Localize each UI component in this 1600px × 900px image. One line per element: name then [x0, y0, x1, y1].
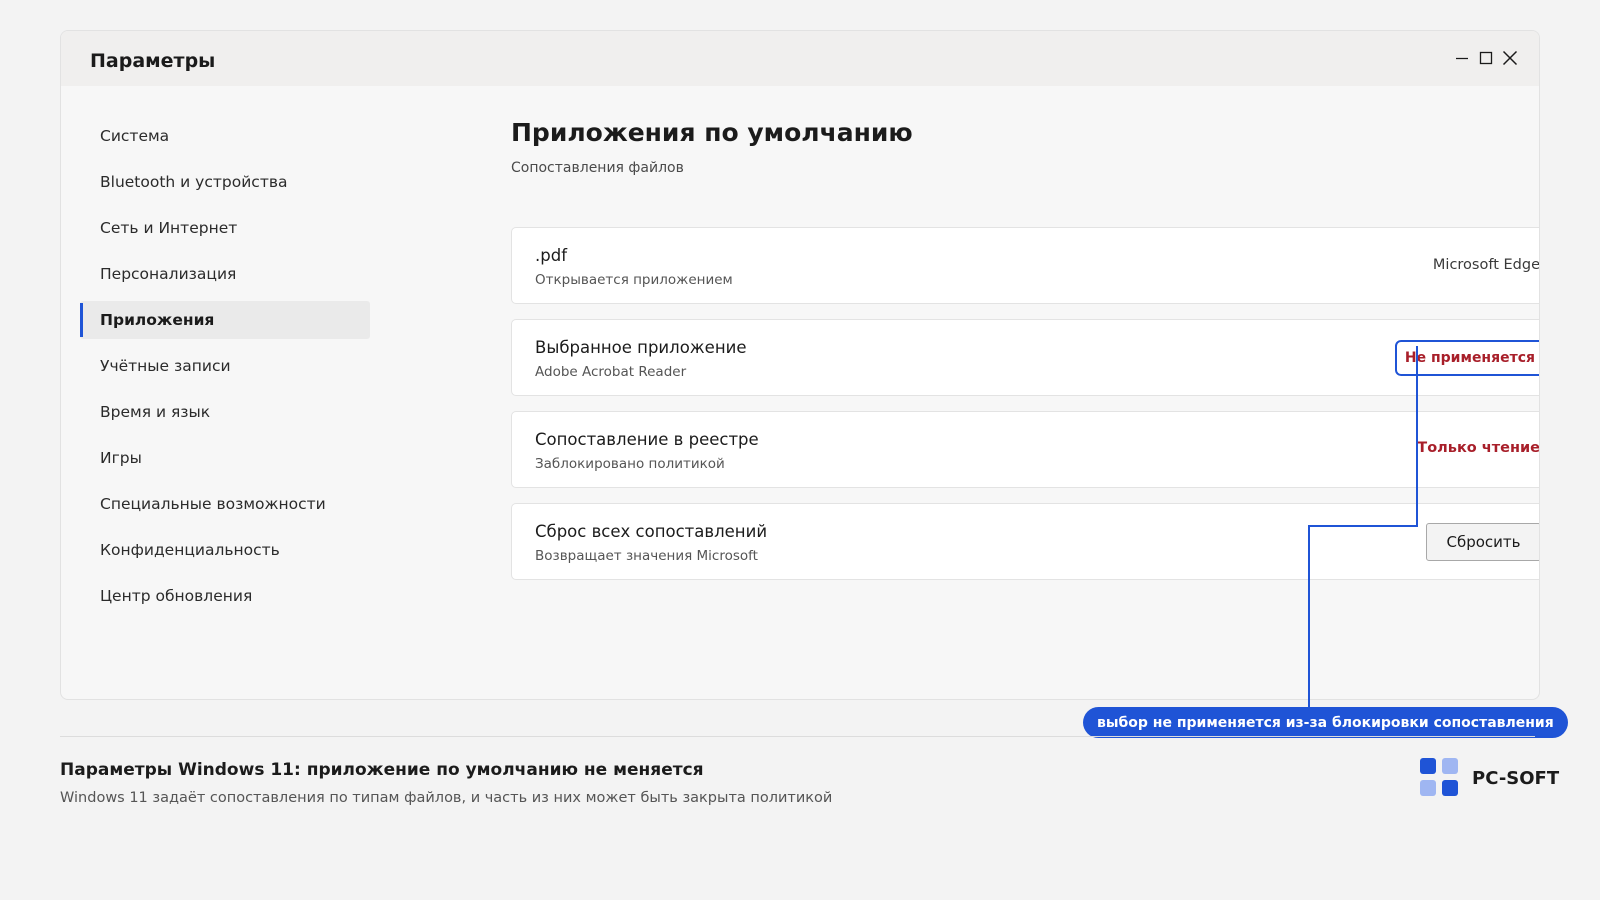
card-title: Выбранное приложение	[535, 338, 747, 357]
sidebar-item-apps[interactable]: Приложения	[80, 301, 370, 339]
card-title: .pdf	[535, 246, 568, 265]
status-read-only: Только чтение	[1417, 440, 1540, 456]
sidebar-item-system[interactable]: Система	[80, 117, 370, 155]
card-subtitle: Возвращает значения Microsoft	[535, 548, 758, 564]
callout-line-vertical	[1416, 346, 1418, 527]
brand: PC-SOFT	[1420, 758, 1559, 798]
title-bar: Параметры	[61, 31, 1539, 86]
pdf-association-card[interactable]: .pdf Открывается приложением Microsoft E…	[511, 227, 1540, 304]
annotation-callout: выбор не применяется из-за блокировки со…	[1083, 707, 1568, 738]
sidebar-item-gaming[interactable]: Игры	[80, 439, 370, 477]
sidebar-item-accounts[interactable]: Учётные записи	[80, 347, 370, 385]
reset-associations-card: Сброс всех сопоставлений Возвращает знач…	[511, 503, 1539, 580]
selected-app-card[interactable]: Выбранное приложение Adobe Acrobat Reade…	[511, 319, 1539, 396]
main-content: Приложения по умолчанию Сопоставления фа…	[511, 118, 1539, 580]
section-label: Сопоставления файлов	[511, 160, 684, 176]
callout-line-horizontal	[1308, 525, 1418, 527]
sidebar-item-time-language[interactable]: Время и язык	[80, 393, 370, 431]
callout-line-down	[1308, 525, 1310, 708]
caption-title: Параметры Windows 11: приложение по умол…	[60, 760, 704, 780]
sidebar-item-privacy[interactable]: Конфиденциальность	[80, 531, 370, 569]
sidebar-item-update[interactable]: Центр обновления	[80, 577, 370, 615]
card-subtitle: Открывается приложением	[535, 272, 733, 288]
caption-divider	[60, 736, 1535, 737]
maximize-icon[interactable]	[1477, 48, 1495, 68]
settings-window: Параметры Система Bluetooth и устройства…	[60, 30, 1540, 700]
registry-association-card[interactable]: Сопоставление в реестре Заблокировано по…	[511, 411, 1540, 488]
sidebar-item-network[interactable]: Сеть и Интернет	[80, 209, 370, 247]
default-app-value: Microsoft Edge	[1432, 257, 1540, 273]
brand-logo-icon	[1420, 758, 1460, 798]
card-subtitle: Adobe Acrobat Reader	[535, 364, 687, 380]
card-title: Сброс всех сопоставлений	[535, 522, 768, 541]
window-controls	[1453, 48, 1519, 68]
card-title: Сопоставление в реестре	[535, 430, 759, 449]
sidebar-item-bluetooth[interactable]: Bluetooth и устройства	[80, 163, 370, 201]
window-title: Параметры	[90, 50, 216, 72]
reset-button[interactable]: Сбросить	[1426, 523, 1539, 561]
brand-name: PC-SOFT	[1472, 767, 1560, 789]
settings-sidebar: Система Bluetooth и устройства Сеть и Ин…	[80, 117, 370, 623]
caption-subtitle: Windows 11 задаёт сопоставления по типам…	[60, 790, 833, 806]
page-title: Приложения по умолчанию	[511, 118, 913, 147]
close-icon[interactable]	[1501, 48, 1519, 68]
sidebar-item-accessibility[interactable]: Специальные возможности	[80, 485, 370, 523]
card-subtitle: Заблокировано политикой	[535, 456, 725, 472]
sidebar-item-personalization[interactable]: Персонализация	[80, 255, 370, 293]
minimize-icon[interactable]	[1453, 48, 1471, 68]
